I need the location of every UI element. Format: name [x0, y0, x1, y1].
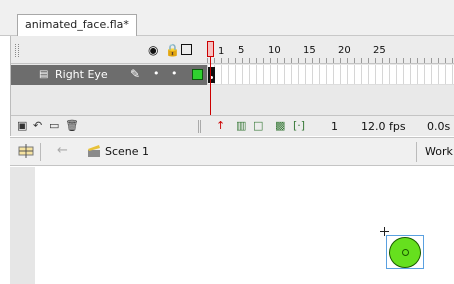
layer-frames[interactable] — [207, 65, 454, 85]
edit-bar: ← Scene 1 Work — [10, 137, 454, 166]
eye-shape[interactable] — [389, 237, 421, 268]
lock-icon[interactable]: 🔒 — [165, 43, 180, 57]
trash-icon[interactable]: 🗑 — [65, 120, 79, 132]
layer-row[interactable]: ▤ Right Eye ✎ • • — [11, 65, 207, 85]
frame-ruler[interactable]: 1 5 10 15 20 25 — [207, 36, 454, 64]
timeline-panel: ◉ 🔒 1 5 10 15 20 25 ▤ Right Eye ✎ • • ▣ … — [10, 36, 454, 136]
eye-pupil — [402, 249, 409, 256]
selected-eye-symbol[interactable] — [386, 235, 424, 269]
back-arrow-icon[interactable]: ← — [57, 143, 68, 158]
new-folder-icon[interactable]: ▭ — [49, 120, 59, 132]
scene-clapper-icon — [88, 145, 100, 157]
editbar-divider — [40, 143, 41, 161]
ruler-label: 1 — [218, 46, 225, 57]
frame-rate[interactable]: 12.0 fps — [361, 120, 406, 133]
add-motion-guide-icon[interactable]: ↶ — [33, 120, 42, 132]
timeline-header: ◉ 🔒 1 5 10 15 20 25 — [11, 36, 454, 64]
layer-outline-color-swatch[interactable] — [192, 69, 203, 80]
scene-label[interactable]: Scene 1 — [105, 145, 149, 158]
eye-icon[interactable]: ◉ — [148, 43, 158, 57]
ruler-label: 15 — [303, 45, 316, 56]
ruler-label: 5 — [238, 45, 245, 56]
document-tab[interactable]: animated_face.fla* — [17, 14, 137, 36]
outline-square-icon[interactable] — [181, 44, 192, 55]
timeline-toggle-icon[interactable] — [18, 144, 34, 158]
center-frame-icon[interactable]: ↑ — [216, 120, 225, 132]
layer-visible-dot[interactable]: • — [153, 67, 160, 80]
ruler-ticks — [207, 58, 454, 63]
layer-lock-dot[interactable]: • — [171, 67, 178, 80]
edit-multiple-frames-icon[interactable]: ▩ — [275, 120, 285, 132]
pencil-icon[interactable]: ✎ — [130, 67, 140, 81]
playhead-line — [210, 57, 211, 117]
elapsed-time: 0.0s — [427, 120, 451, 133]
modify-onion-markers-icon[interactable]: [·] — [293, 120, 305, 132]
layer-name: Right Eye — [55, 68, 108, 81]
workspace-menu[interactable]: Work — [425, 145, 453, 158]
timeline-footer: ▣ ↶ ▭ 🗑 ↑ ▥ □ ▩ [·] 1 12.0 fps 0.0s — [11, 115, 454, 136]
footer-divider — [198, 120, 201, 133]
onion-skin-outlines-icon[interactable]: □ — [253, 120, 263, 132]
document-tab-bar: animated_face.fla* — [0, 0, 454, 36]
current-frame: 1 — [331, 120, 338, 133]
ruler-label: 10 — [268, 45, 281, 56]
layer-page-icon: ▤ — [39, 69, 49, 80]
ruler-label: 25 — [373, 45, 386, 56]
document-tab-label: animated_face.fla* — [25, 18, 129, 31]
editbar-divider — [416, 142, 417, 162]
playhead-handle[interactable] — [207, 41, 214, 57]
new-layer-icon[interactable]: ▣ — [17, 120, 27, 132]
panel-grip-handle[interactable] — [15, 44, 19, 57]
ruler-label: 20 — [338, 45, 351, 56]
onion-skin-icon[interactable]: ▥ — [236, 120, 246, 132]
